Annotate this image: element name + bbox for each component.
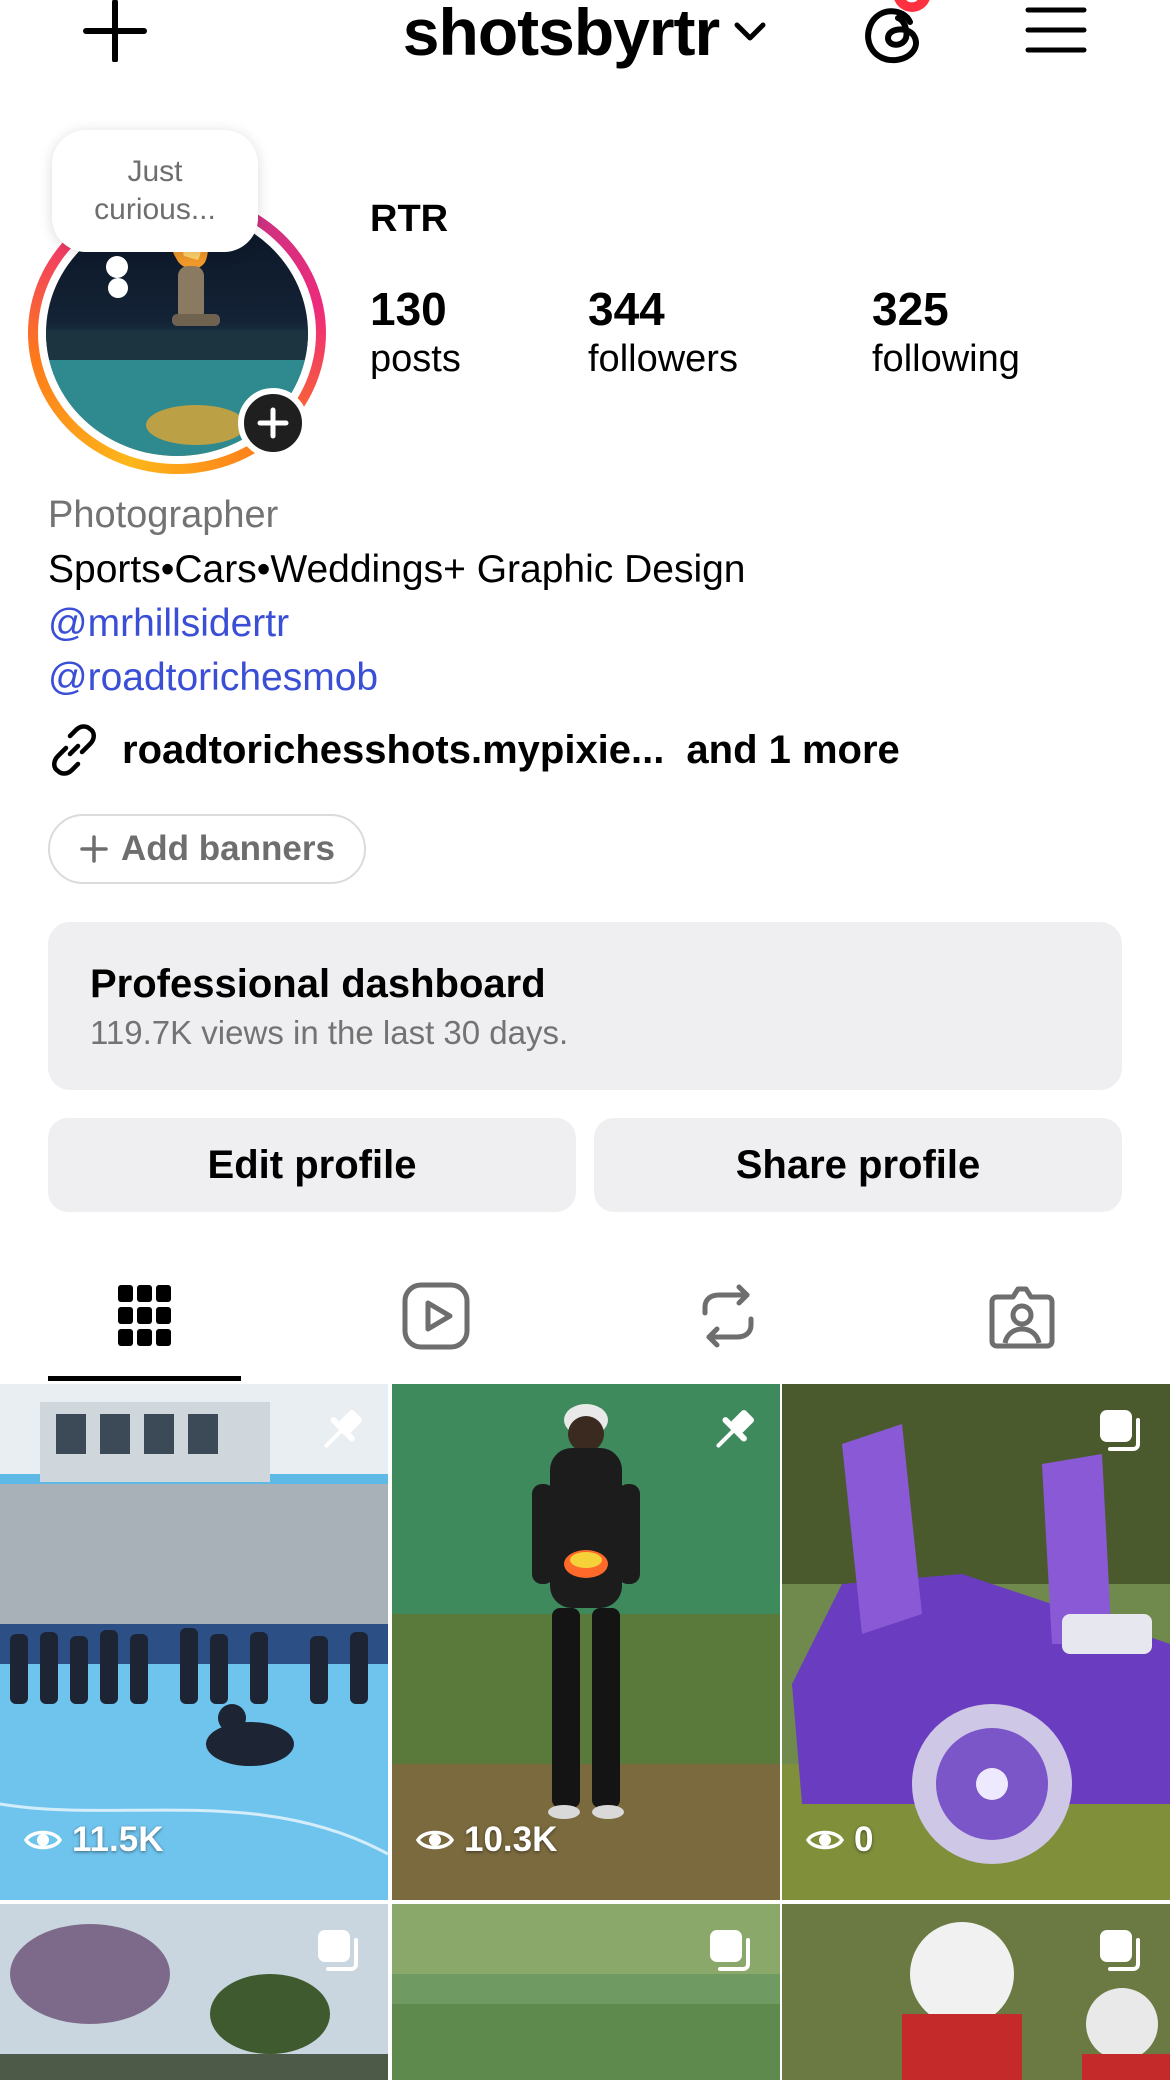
grid-post[interactable]: 10.3K: [392, 1384, 780, 1900]
note-line-2: curious...: [94, 193, 216, 226]
view-count: 10.3K: [416, 1820, 557, 1860]
followers-count: 344: [588, 283, 665, 335]
grid-post[interactable]: 0: [782, 1384, 1170, 1900]
view-count-value: 11.5K: [72, 1820, 164, 1859]
grid-post[interactable]: [0, 1904, 388, 2080]
note-line-1: Just: [127, 155, 183, 188]
display-name: RTR: [370, 198, 449, 240]
grid-icon: [118, 1285, 171, 1346]
carousel-icon: [318, 1930, 358, 1971]
tab-grid[interactable]: [105, 1276, 185, 1356]
plus-icon: [80, 835, 108, 863]
tagged-icon: [989, 1286, 1055, 1349]
carousel-icon: [1100, 1930, 1140, 1971]
hamburger-menu-icon: [1025, 7, 1087, 53]
view-count-value: 0: [854, 1820, 874, 1859]
add-banners-label: Add banners: [121, 829, 335, 868]
grid-post[interactable]: 11.5K: [0, 1384, 388, 1900]
add-story-button[interactable]: [238, 388, 308, 458]
view-count: 11.5K: [24, 1820, 163, 1860]
following-count: 325: [872, 283, 949, 335]
posts-label: posts: [370, 338, 461, 380]
pin-icon: [716, 1410, 754, 1448]
note-bubble-tail: [106, 256, 128, 278]
following-label: following: [872, 338, 1020, 380]
note-bubble[interactable]: Just curious...: [52, 130, 258, 252]
view-count: 0: [806, 1820, 873, 1860]
followers-stat[interactable]: 344 followers: [588, 282, 738, 382]
tab-tagged[interactable]: [982, 1276, 1062, 1356]
dashboard-title: Professional dashboard: [90, 962, 546, 1006]
followers-label: followers: [588, 338, 738, 380]
link-icon: [52, 724, 96, 776]
dashboard-subtitle: 119.7K views in the last 30 days.: [90, 1014, 569, 1051]
username-title: shotsbyrtr: [402, 0, 720, 69]
tab-reposts[interactable]: [688, 1276, 768, 1356]
posts-stat[interactable]: 130 posts: [370, 282, 461, 382]
following-stat[interactable]: 325 following: [872, 282, 1020, 382]
pin-icon: [324, 1410, 362, 1448]
category-label: Photographer: [48, 494, 279, 536]
account-switcher[interactable]: shotsbyrtr: [0, 0, 1170, 70]
eye-icon: [24, 1830, 62, 1850]
eye-icon: [416, 1830, 454, 1850]
link-more: and 1 more: [686, 727, 900, 772]
eye-icon: [806, 1830, 844, 1850]
view-count-value: 10.3K: [464, 1820, 558, 1859]
reposts-icon: [702, 1284, 754, 1348]
grid-post[interactable]: [782, 1904, 1170, 2080]
add-banners-button[interactable]: Add banners: [48, 814, 366, 884]
share-profile-button[interactable]: Share profile: [594, 1118, 1122, 1212]
bio-text: Sports•Cars•Weddings+ Graphic Design: [48, 548, 746, 591]
external-links-row[interactable]: roadtorichesshots.mypixie... and 1 more: [48, 722, 900, 778]
carousel-icon: [710, 1930, 750, 1971]
reels-icon: [402, 1282, 470, 1350]
mention-link[interactable]: @mrhillsidertr: [48, 602, 289, 646]
active-tab-indicator: [48, 1376, 241, 1381]
grid-post[interactable]: [392, 1904, 780, 2080]
mention-link[interactable]: @roadtorichesmob: [48, 656, 378, 700]
posts-count: 130: [370, 283, 447, 335]
tab-reels[interactable]: [396, 1276, 476, 1356]
chevron-down-icon: [734, 22, 766, 41]
menu-button[interactable]: [1024, 2, 1088, 58]
edit-profile-button[interactable]: Edit profile: [48, 1118, 576, 1212]
link-text: roadtorichesshots.mypixie...: [122, 727, 665, 772]
plus-icon: [257, 407, 289, 439]
carousel-icon: [1100, 1410, 1140, 1451]
